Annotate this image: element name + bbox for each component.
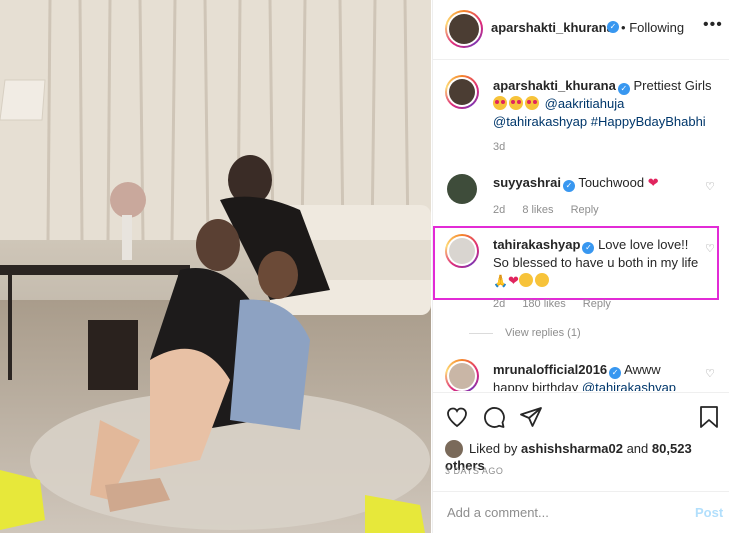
comment-icon[interactable]: [482, 405, 506, 429]
heart-icon[interactable]: [445, 405, 469, 429]
mention-link[interactable]: @tahirakashyap: [493, 114, 587, 129]
like-comment-heart-icon[interactable]: ♡: [705, 180, 715, 193]
caption-text: aparshakti_khurana ✓ Prettiest Girls @aak…: [493, 77, 713, 131]
photo-illustration: [0, 0, 431, 533]
commenter-avatar[interactable]: [445, 359, 479, 391]
heart-eyes-emoji-icon: [525, 96, 539, 110]
red-heart-emoji-icon: ❤: [647, 175, 659, 190]
comment-time: 2d: [493, 298, 506, 310]
reply-button[interactable]: Reply: [583, 298, 611, 310]
mention-link[interactable]: @tahirakashyap: [582, 380, 676, 391]
post-date[interactable]: 3 DAYS AGO: [445, 466, 503, 476]
heart-eyes-emoji-icon: [509, 96, 523, 110]
caption-avatar[interactable]: [445, 75, 479, 109]
follow-status: Following: [629, 20, 685, 35]
view-replies-button[interactable]: View replies (1): [469, 327, 581, 339]
comment-username[interactable]: suyyashrai: [493, 175, 561, 190]
heart-eyes-emoji-icon: [493, 96, 507, 110]
post-sidebar: aparshakti_khurana ✓ • Following ••• apa…: [432, 0, 729, 533]
post-comment-button[interactable]: Post: [695, 505, 723, 520]
author-username[interactable]: aparshakti_khurana: [491, 20, 614, 35]
hashtag-link[interactable]: #HappyBdayBhabhi: [591, 114, 706, 129]
caption-body: Prettiest Girls: [633, 78, 712, 93]
mention-link[interactable]: @aakritiahuja: [545, 96, 625, 111]
comment-body: life: [681, 255, 699, 270]
comment-username[interactable]: mrunalofficial2016: [493, 362, 607, 377]
reply-button[interactable]: Reply: [571, 204, 599, 216]
verified-icon: ✓: [607, 21, 619, 33]
comment-meta: 2d 8 likes Reply: [493, 204, 613, 216]
like-comment-heart-icon[interactable]: ♡: [705, 242, 715, 255]
commenter-avatar[interactable]: [445, 172, 479, 206]
bookmark-icon[interactable]: [699, 405, 719, 429]
comment-username[interactable]: tahirakashyap: [493, 237, 580, 252]
comments-list[interactable]: aparshakti_khurana ✓ Prettiest Girls @aak…: [433, 61, 729, 391]
verified-icon: ✓: [617, 83, 630, 95]
verified-icon: ✓: [582, 242, 595, 254]
like-comment-heart-icon[interactable]: ♡: [705, 367, 715, 380]
comment-body: So blessed to have u both in my: [493, 255, 679, 270]
following-button[interactable]: • Following: [621, 20, 684, 35]
share-icon[interactable]: [519, 405, 543, 429]
post-photo[interactable]: [0, 0, 431, 533]
comment-time: 2d: [493, 204, 506, 216]
comment-meta: 2d 180 likes Reply: [493, 298, 625, 310]
comment-body: happy birthday: [493, 380, 579, 391]
smile-emoji-icon: [534, 273, 549, 287]
pray-emoji-icon: 🙏: [493, 274, 508, 288]
post-actions: Liked by ashishsharma02 and 80,523 other…: [433, 392, 729, 492]
post-header: aparshakti_khurana ✓ • Following •••: [433, 0, 729, 60]
verified-icon: ✓: [562, 180, 575, 192]
add-comment-input[interactable]: [447, 502, 677, 522]
caption-meta: 3d: [493, 141, 519, 153]
more-icon[interactable]: •••: [703, 16, 723, 34]
comment-body: Touchwood: [578, 175, 645, 190]
liked-by-prefix: Liked by: [469, 441, 518, 456]
comment-text: mrunalofficial2016 ✓ Awww happy birthday …: [493, 361, 699, 391]
comment-body: Awww: [624, 362, 661, 377]
commenter-avatar[interactable]: [445, 234, 479, 268]
hug-emoji-icon: [518, 273, 533, 287]
add-comment-bar: Post: [433, 491, 729, 533]
author-avatar[interactable]: [445, 10, 483, 48]
separator-dot: •: [621, 20, 626, 35]
red-heart-emoji-icon: ❤: [507, 273, 519, 288]
comment-text: tahirakashyap ✓ Love love love!! So bless…: [493, 236, 703, 290]
comment-likes[interactable]: 180 likes: [522, 298, 565, 310]
caption-time: 3d: [493, 141, 506, 153]
liker-avatar[interactable]: [445, 440, 463, 458]
caption-username[interactable]: aparshakti_khurana: [493, 78, 616, 93]
comment-body: Love love love!!: [598, 237, 689, 252]
liked-by-and: and: [626, 441, 649, 456]
liker-username[interactable]: ashishsharma02: [521, 441, 623, 456]
comment-likes[interactable]: 8 likes: [522, 204, 553, 216]
comment-text: suyyashrai ✓ Touchwood ❤: [493, 174, 699, 192]
verified-icon: ✓: [609, 367, 622, 379]
